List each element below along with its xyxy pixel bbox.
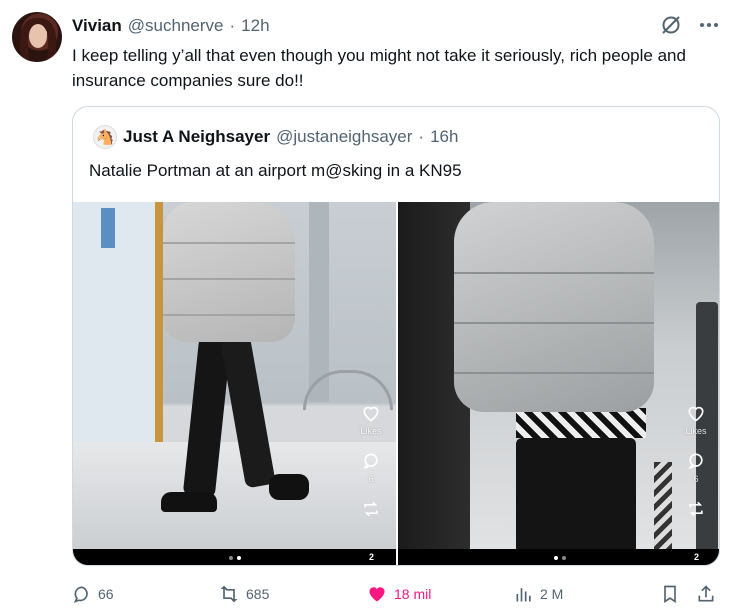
views-count: 2 M: [540, 586, 564, 602]
pager-dot: [561, 556, 566, 560]
repost-button[interactable]: 685: [218, 584, 269, 604]
header-separator: ·: [229, 16, 236, 35]
quote-author-handle[interactable]: @justaneighsayer: [276, 127, 412, 147]
pants: [516, 438, 636, 565]
page-count: 2: [693, 552, 699, 562]
share-icon: [696, 584, 716, 604]
patterned-top: [516, 408, 646, 438]
quote-header: 🐴 Just A Neighsayer @justaneighsayer · 1…: [93, 125, 458, 149]
pager-dot-active: [236, 556, 241, 560]
pager-dots: [228, 556, 241, 560]
comments-count: 6: [368, 474, 374, 484]
poster: [101, 208, 115, 248]
media-side-actions: Likes 6: [685, 402, 707, 520]
puffer-coat: [163, 202, 295, 342]
pager-dot: [228, 556, 233, 560]
reply-icon: [72, 584, 92, 604]
tweet-header: Vivian @suchnerve · 12h: [72, 16, 270, 36]
quote-time: 16h: [430, 127, 459, 146]
likes-label: Likes: [685, 426, 707, 436]
reply-count: 66: [98, 586, 114, 602]
floor: [73, 442, 396, 565]
author-name[interactable]: Vivian: [72, 16, 122, 36]
comment-icon[interactable]: [360, 450, 382, 472]
media-progress-bar: 2: [73, 549, 396, 565]
quoted-tweet[interactable]: 🐴 Just A Neighsayer @justaneighsayer · 1…: [72, 106, 720, 566]
likes-label: Likes: [360, 426, 382, 436]
pager-dots: [553, 556, 566, 560]
quote-header-separator: ·: [418, 127, 425, 146]
share-button[interactable]: [696, 584, 716, 604]
door: [309, 202, 329, 402]
puffer-coat: [454, 202, 654, 412]
quote-avatar-horse-icon[interactable]: 🐴: [93, 125, 117, 149]
comment-icon[interactable]: [685, 450, 707, 472]
avatar-face: [29, 24, 47, 48]
grok-slash-icon[interactable]: [660, 14, 682, 36]
media-progress-bar: 2: [398, 549, 719, 565]
pager-dot-active: [553, 556, 558, 560]
quote-author-name[interactable]: Just A Neighsayer: [123, 127, 270, 147]
views-button[interactable]: 2 M: [514, 584, 563, 604]
bookmark-button[interactable]: [660, 584, 680, 604]
comments-count: 6: [693, 474, 699, 484]
shoe: [269, 474, 309, 500]
tweet-time[interactable]: 12h: [241, 16, 269, 36]
like-button[interactable]: 18 mil: [366, 584, 431, 604]
repost-count: 685: [246, 586, 270, 602]
quote-text: Natalie Portman at an airport m@sking in…: [89, 161, 462, 180]
repost-small-icon[interactable]: [360, 498, 382, 520]
reply-button[interactable]: 66: [72, 584, 114, 604]
media-image-1[interactable]: Likes 6 2: [73, 202, 396, 565]
tweet-actions: 66 685 18 mil 2 M: [72, 584, 720, 606]
tweet-top-actions: [660, 14, 720, 36]
bookmark-icon: [660, 584, 680, 604]
like-count: 18 mil: [394, 586, 432, 602]
views-icon: [514, 584, 534, 604]
media-image-2[interactable]: Likes 6 2: [398, 202, 719, 565]
heart-icon: [366, 584, 388, 604]
more-icon[interactable]: [698, 14, 720, 36]
page-count: 2: [368, 552, 374, 562]
author-avatar[interactable]: [12, 12, 62, 62]
tweet-text: I keep telling y’all that even though yo…: [72, 46, 686, 90]
heart-outline-icon[interactable]: [685, 402, 707, 424]
repost-icon: [218, 584, 240, 604]
quote-media: Likes 6 2 Likes 6 2: [73, 202, 719, 565]
media-side-actions: Likes 6: [360, 402, 382, 520]
heart-outline-icon[interactable]: [360, 402, 382, 424]
wall: [73, 202, 163, 442]
shoe: [161, 492, 217, 512]
repost-small-icon[interactable]: [685, 498, 707, 520]
author-handle[interactable]: @suchnerve: [128, 16, 224, 36]
